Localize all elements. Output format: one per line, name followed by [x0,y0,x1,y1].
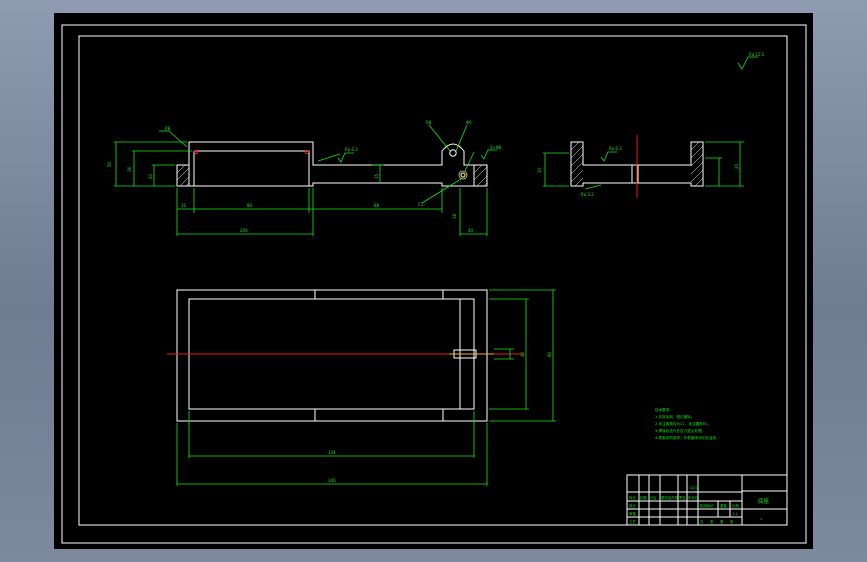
top-view-outer [176,289,488,422]
tb-row-label-4: 工艺 [629,519,636,524]
tb-footer-2: 张 [710,519,714,524]
tb-col-label-2: 分区 [650,495,657,500]
pin-hole-inner [460,172,466,178]
front-view-outline [176,141,488,187]
notes-line-2: 2.未注倒角均为C1，未注圆角R1。 [655,421,711,426]
cad-drawing: Ra 12.5 50 36 20 10 80 88 200 40 15 18 R… [61,24,807,544]
technical-notes: 技术要求： 1.去除毛刺，锐边倒钝。 2.未注倒角均为C1，未注圆角R1。 3.… [655,407,720,440]
tb-col-label-4: 签名 [679,495,686,500]
tb-col-label-5: 年月日 [688,495,698,500]
callout-roughness-1: Ra 6.3 [345,147,358,152]
callout-hole: Φ6 [466,120,472,125]
left-lug-hatch [176,164,190,187]
side-roughness-mark [600,151,617,162]
tb-row-label-2: 设计 [629,503,636,508]
dim-slot-depth: 20 [148,173,153,179]
title-block: 标记 设计 审核 工艺 处数 分区 更改文件号 签名 年月日 阶段标记 重量 比… [626,474,788,526]
inner-frame-border [78,35,788,526]
side-dim-right-height: 20 [734,163,739,169]
dim-total-height: 50 [107,161,112,167]
dim-left-offset: 10 [181,203,187,208]
front-roughness-mark [337,152,354,163]
tb-row-label-3: 审核 [629,511,636,516]
top-dim-outer-width: 80 [547,351,552,357]
tb-sheet: 1 [760,517,762,521]
slot-marker-left [193,149,199,155]
side-view: 30 20 Ra 6.3 Ra 3.2 [537,135,744,198]
roughness-symbol-text: Ra 12.5 [749,52,765,57]
top-dim-outer-length: 340 [328,478,336,483]
side-right-hatch [690,141,704,187]
notes-title: 技术要求： [655,407,673,412]
dim-right-width: 40 [468,228,474,233]
tb-scale-label: 比例 [732,503,739,508]
front-roughness-mark-2 [480,149,497,160]
outer-sheet-border [61,24,807,544]
top-dim-inner-width: 40 [520,351,525,357]
side-roughness: Ra 6.3 [609,146,622,151]
cad-viewport[interactable]: Ra 12.5 50 36 20 10 80 88 200 40 15 18 R… [54,13,813,549]
callout-top: R8 [426,120,432,125]
pin-hole [458,170,468,180]
dim-inner-height: 36 [127,166,132,172]
tb-row-label-1: 标记 [629,495,636,500]
tb-col-label-1: 处数 [640,495,647,500]
dim-overall-length: 200 [240,228,248,233]
callout-chamfer: C1 [418,202,424,207]
top-dim-inner-length: 334 [328,450,336,455]
tb-material: Q235 [690,486,699,490]
side-dim-height: 30 [537,167,542,173]
front-slot [193,150,310,186]
tb-footer-3: 第 [720,519,724,524]
callout-slot: R8 [165,126,171,131]
ear-hole [449,149,457,157]
tb-stage-label: 阶段标记 [700,503,714,508]
side-left-hatch [570,141,584,187]
notes-line-1: 1.去除毛刺，锐边倒钝。 [655,414,694,419]
callout-hole-2: 2×Φ8 [490,145,502,150]
dim-slot-width: 80 [247,203,253,208]
right-lug-hatch [473,164,488,187]
tb-weight-label: 重量 [720,503,727,508]
tb-col-label-3: 更改文件号 [661,495,679,500]
top-view: 334 340 40 80 [167,289,556,486]
side-roughness-2: Ra 3.2 [581,192,594,197]
tb-part-name: 底座 [758,497,770,505]
dim-arm-length: 88 [374,203,380,208]
slot-marker-right [304,149,310,155]
notes-line-4: 4.表面涂防锈漆，外表面喷涂灰色油漆。 [655,435,720,440]
top-dimension-lines [176,289,556,486]
roughness-symbol: Ra 12.5 [737,52,765,70]
tb-footer-1: 共 [700,519,704,524]
notes-line-3: 3.焊接后进行去应力退火处理。 [655,428,705,433]
front-view: 50 36 20 10 80 88 200 40 15 18 R8 R8 Φ6 … [107,120,502,236]
tb-scale-value: 1:1 [732,512,737,516]
dim-boss-height: 15 [374,173,379,179]
tb-footer-4: 张 [730,519,734,524]
dim-lug-height: 18 [452,213,457,219]
